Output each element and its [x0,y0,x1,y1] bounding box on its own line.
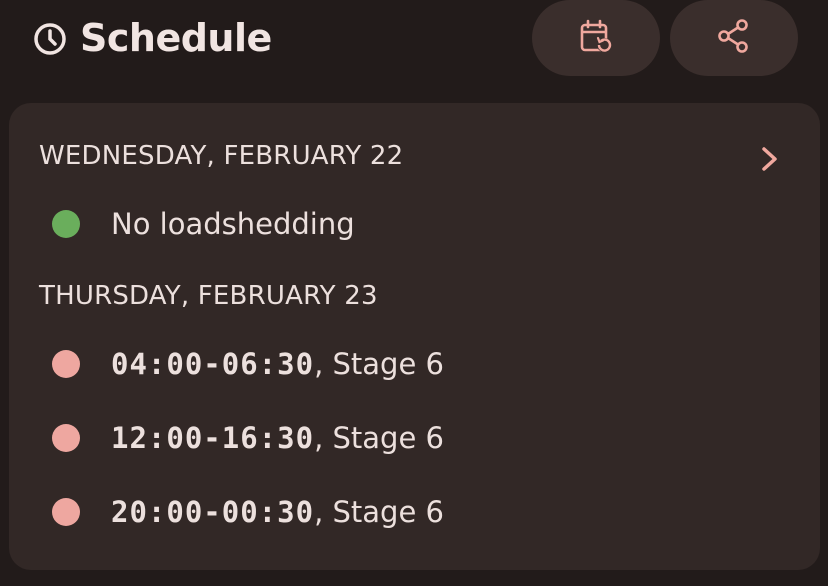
chevron-right-icon[interactable] [755,141,785,177]
outage-stage: , Stage 6 [314,421,444,455]
calendar-refresh-icon [577,17,615,59]
app-header: Schedule [0,0,828,80]
share-icon [715,17,753,59]
outage-entry: 12:00-16:30, Stage 6 [111,416,444,460]
list-item: No loadshedding [9,202,820,246]
schedule-card: WEDNESDAY, FEBRUARY 22 No loadshedding T… [9,103,820,570]
status-dot [52,424,80,452]
outage-time: 20:00-00:30 [111,495,315,529]
outage-entry: 20:00-00:30, Stage 6 [111,490,444,534]
status-dot [52,350,80,378]
calendar-refresh-button[interactable] [532,0,660,76]
status-dot [52,498,80,526]
list-item: 04:00-06:30, Stage 6 [9,342,820,386]
outage-stage: , Stage 6 [314,495,444,529]
day-heading: THURSDAY, FEBRUARY 23 [39,281,378,311]
outage-time: 04:00-06:30 [111,347,315,381]
status-dot [52,210,80,238]
list-item: 12:00-16:30, Stage 6 [9,416,820,460]
share-button[interactable] [670,0,798,76]
clock-icon [32,21,68,57]
page-title: Schedule [80,16,272,60]
status-text: No loadshedding [111,207,355,241]
day-heading: WEDNESDAY, FEBRUARY 22 [39,141,404,171]
list-item: 20:00-00:30, Stage 6 [9,490,820,534]
outage-time: 12:00-16:30 [111,421,315,455]
outage-entry: 04:00-06:30, Stage 6 [111,342,444,386]
outage-stage: , Stage 6 [314,347,444,381]
